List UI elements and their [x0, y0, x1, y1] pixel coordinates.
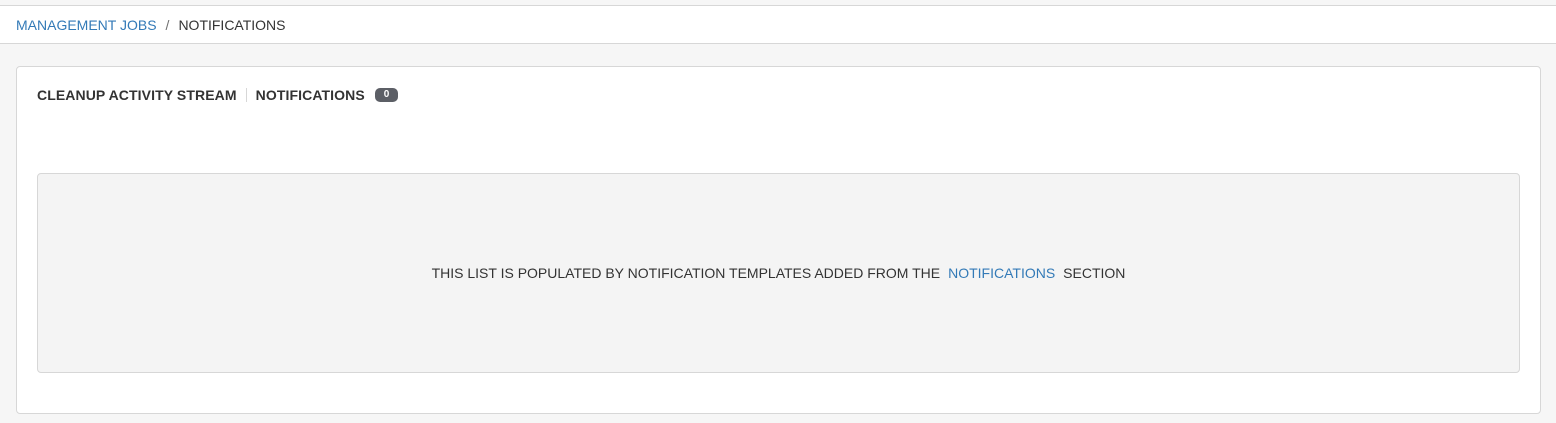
- breadcrumb: MANAGEMENT JOBS / NOTIFICATIONS: [0, 6, 1556, 44]
- notifications-section-link[interactable]: NOTIFICATIONS: [948, 265, 1055, 281]
- count-badge: 0: [374, 88, 399, 102]
- breadcrumb-current: NOTIFICATIONS: [178, 16, 286, 33]
- panel-header: CLEANUP ACTIVITY STREAM NOTIFICATIONS 0: [37, 87, 399, 103]
- header-divider: [245, 88, 247, 102]
- panel-title: CLEANUP ACTIVITY STREAM: [37, 87, 237, 103]
- panel-tab-label: NOTIFICATIONS: [255, 87, 365, 103]
- notifications-panel: CLEANUP ACTIVITY STREAM NOTIFICATIONS 0 …: [16, 66, 1541, 414]
- breadcrumb-management-jobs-link[interactable]: MANAGEMENT JOBS: [16, 17, 157, 33]
- breadcrumb-separator: /: [165, 16, 170, 33]
- empty-text-before: THIS LIST IS POPULATED BY NOTIFICATION T…: [431, 265, 941, 281]
- empty-list-message: THIS LIST IS POPULATED BY NOTIFICATION T…: [37, 173, 1520, 373]
- empty-text-after: SECTION: [1063, 265, 1126, 281]
